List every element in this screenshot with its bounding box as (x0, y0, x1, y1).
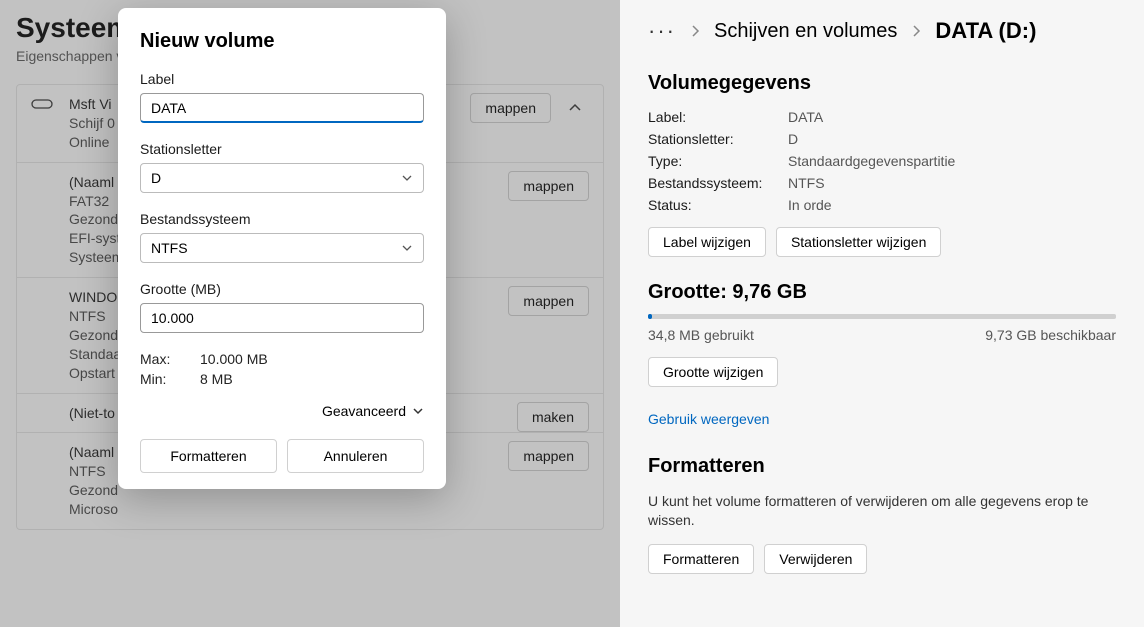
label-input[interactable] (140, 93, 424, 123)
more-icon[interactable]: ··· (648, 20, 676, 42)
min-label: Min: (140, 371, 200, 387)
new-volume-dialog: Nieuw volume Label Stationsletter D Best… (118, 8, 446, 489)
max-value: 10.000 MB (200, 351, 424, 367)
breadcrumb-disks[interactable]: Schijven en volumes (714, 20, 897, 43)
size-label: Grootte (MB) (140, 281, 424, 297)
drive-letter-select[interactable]: D (140, 163, 424, 193)
advanced-toggle[interactable]: Geavanceerd (140, 403, 424, 419)
dialog-title: Nieuw volume (140, 30, 424, 53)
filesystem-value: NTFS (151, 240, 188, 256)
usage-bar-fill (648, 314, 652, 319)
breadcrumb: ··· Schijven en volumes DATA (D:) (648, 18, 1116, 44)
chevron-down-icon (401, 242, 413, 254)
usage-free: 9,73 GB beschikbaar (985, 327, 1116, 343)
change-label-button[interactable]: Label wijzigen (648, 227, 766, 257)
usage-bar (648, 314, 1116, 319)
delete-volume-button[interactable]: Verwijderen (764, 544, 867, 574)
change-letter-button[interactable]: Stationsletter wijzigen (776, 227, 941, 257)
format-volume-button[interactable]: Formatteren (648, 544, 754, 574)
volume-data-heading: Volumegegevens (648, 72, 1116, 95)
format-heading: Formatteren (648, 455, 1116, 478)
chevron-right-icon (690, 24, 700, 38)
min-value: 8 MB (200, 371, 424, 387)
show-usage-link[interactable]: Gebruik weergeven (648, 411, 769, 427)
format-description: U kunt het volume formatteren of verwijd… (648, 492, 1116, 530)
chevron-down-icon (401, 172, 413, 184)
size-input[interactable] (140, 303, 424, 333)
volume-properties: Label:DATA Stationsletter:D Type:Standaa… (648, 109, 1116, 213)
filesystem-label: Bestandssysteem (140, 211, 424, 227)
cancel-button[interactable]: Annuleren (287, 439, 424, 473)
breadcrumb-current: DATA (D:) (935, 18, 1036, 44)
size-heading: Grootte: 9,76 GB (648, 281, 1116, 304)
usage-used: 34,8 MB gebruikt (648, 327, 754, 343)
chevron-down-icon (412, 405, 424, 417)
change-size-button[interactable]: Grootte wijzigen (648, 357, 778, 387)
drive-letter-value: D (151, 170, 161, 186)
filesystem-select[interactable]: NTFS (140, 233, 424, 263)
format-button[interactable]: Formatteren (140, 439, 277, 473)
max-label: Max: (140, 351, 200, 367)
label-field-label: Label (140, 71, 424, 87)
drive-letter-label: Stationsletter (140, 141, 424, 157)
chevron-right-icon (911, 24, 921, 38)
